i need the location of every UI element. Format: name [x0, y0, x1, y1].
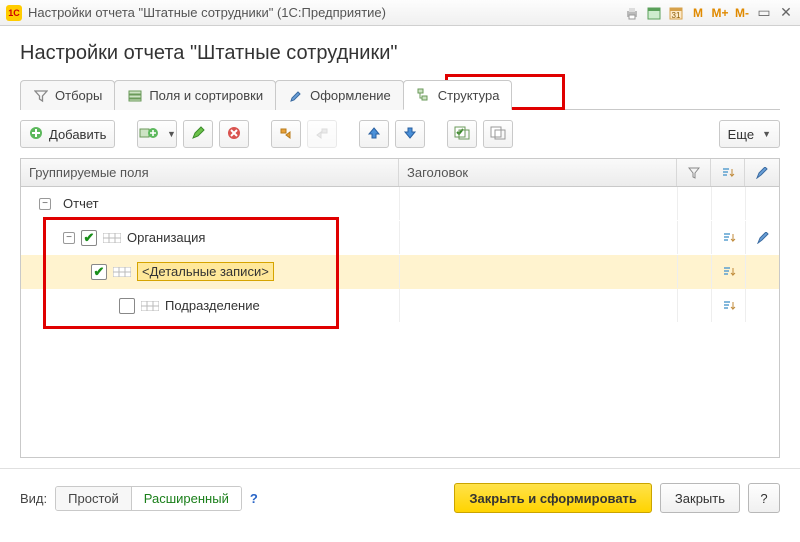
close-button[interactable]: Закрыть: [660, 483, 740, 513]
tree-row-division[interactable]: Подразделение: [21, 289, 779, 323]
move-out-icon: [314, 126, 330, 143]
checkbox[interactable]: [81, 230, 97, 246]
tab-structure[interactable]: Структура: [403, 80, 513, 110]
structure-icon: [416, 87, 432, 103]
calendar-day-icon[interactable]: 31: [668, 5, 684, 21]
memory-m-button[interactable]: M: [690, 5, 706, 21]
window-titlebar: 1C Настройки отчета "Штатные сотрудники"…: [0, 0, 800, 26]
grid-header: Группируемые поля Заголовок: [21, 159, 779, 187]
check-all-button[interactable]: [447, 120, 477, 148]
view-advanced-button[interactable]: Расширенный: [132, 487, 241, 510]
fields-icon: [127, 88, 143, 104]
row-label: Отчет: [63, 196, 99, 211]
dialog-footer: Вид: Простой Расширенный ? Закрыть и сфо…: [0, 468, 800, 525]
brush-icon: [288, 88, 304, 104]
memory-mminus-button[interactable]: M-: [734, 5, 750, 21]
edit-button[interactable]: [183, 120, 213, 148]
checkbox[interactable]: [119, 298, 135, 314]
row-sort-icon[interactable]: [711, 221, 745, 254]
tab-label: Поля и сортировки: [149, 88, 263, 103]
row-label: Организация: [127, 230, 205, 245]
row-label: Подразделение: [165, 298, 260, 313]
uncheck-all-icon: [490, 126, 506, 143]
more-button[interactable]: Еще ▼: [719, 120, 780, 148]
tab-filters[interactable]: Отборы: [20, 80, 115, 110]
window-close-button[interactable]: ✕: [778, 5, 794, 21]
checkbox[interactable]: [91, 264, 107, 280]
row-sort-icon[interactable]: [711, 289, 745, 322]
col-format-icon[interactable]: [745, 159, 779, 186]
row-label: <Детальные записи>: [137, 262, 274, 281]
chevron-down-icon: ▼: [762, 129, 771, 139]
group-button[interactable]: ▼: [137, 120, 177, 148]
col-grouped-fields[interactable]: Группируемые поля: [21, 159, 399, 186]
page-title: Настройки отчета "Штатные сотрудники": [20, 42, 780, 65]
check-all-icon: [454, 126, 470, 143]
plus-icon: [29, 126, 43, 143]
svg-text:31: 31: [672, 11, 681, 20]
table-icon: [141, 300, 159, 312]
tab-label: Оформление: [310, 88, 391, 103]
table-icon: [113, 266, 131, 278]
structure-grid: Группируемые поля Заголовок − Отчет: [20, 158, 780, 458]
uncheck-all-button[interactable]: [483, 120, 513, 148]
tree-row-details[interactable]: <Детальные записи>: [21, 255, 779, 289]
tree-row-org[interactable]: − Организация: [21, 221, 779, 255]
view-simple-button[interactable]: Простой: [56, 487, 132, 510]
structure-toolbar: Добавить ▼: [20, 110, 780, 158]
tab-label: Структура: [438, 88, 500, 103]
app-1c-icon: 1C: [6, 5, 22, 21]
col-filter-icon[interactable]: [677, 159, 711, 186]
arrow-up-icon: [367, 126, 381, 143]
tabstrip: Отборы Поля и сортировки Оформление Стру…: [20, 79, 780, 110]
arrow-down-icon: [403, 126, 417, 143]
tab-label: Отборы: [55, 88, 102, 103]
group-icon: [139, 126, 159, 143]
add-label: Добавить: [49, 127, 106, 142]
view-mode-segment: Простой Расширенный: [55, 486, 242, 511]
funnel-icon: [33, 88, 49, 104]
tree-row-report[interactable]: − Отчет: [21, 187, 779, 221]
print-icon[interactable]: [624, 5, 640, 21]
col-sort-icon[interactable]: [711, 159, 745, 186]
calendar-green-icon[interactable]: [646, 5, 662, 21]
window-title: Настройки отчета "Штатные сотрудники" (1…: [28, 5, 386, 20]
pencil-icon: [191, 126, 205, 143]
add-button[interactable]: Добавить: [20, 120, 115, 148]
tab-fields[interactable]: Поля и сортировки: [114, 80, 276, 110]
row-sort-icon[interactable]: [711, 255, 745, 288]
row-format-icon[interactable]: [745, 221, 779, 254]
chevron-down-icon: ▼: [167, 129, 176, 139]
move-into-icon: [278, 126, 294, 143]
move-down-button[interactable]: [395, 120, 425, 148]
table-icon: [103, 232, 121, 244]
help-link[interactable]: ?: [250, 491, 258, 506]
move-up-button[interactable]: [359, 120, 389, 148]
tab-formatting[interactable]: Оформление: [275, 80, 404, 110]
apply-close-button[interactable]: Закрыть и сформировать: [454, 483, 652, 513]
expand-toggle[interactable]: −: [63, 232, 75, 244]
col-title[interactable]: Заголовок: [399, 159, 677, 186]
view-label: Вид:: [20, 491, 47, 506]
help-button[interactable]: ?: [748, 483, 780, 513]
move-out-button[interactable]: [307, 120, 337, 148]
window-maximize-button[interactable]: ▭: [756, 5, 772, 21]
grid-body: − Отчет − Организация: [21, 187, 779, 457]
more-label: Еще: [728, 127, 754, 142]
expand-toggle[interactable]: −: [39, 198, 51, 210]
memory-mplus-button[interactable]: M+: [712, 5, 728, 21]
delete-icon: [227, 126, 241, 143]
move-into-button[interactable]: [271, 120, 301, 148]
delete-button[interactable]: [219, 120, 249, 148]
